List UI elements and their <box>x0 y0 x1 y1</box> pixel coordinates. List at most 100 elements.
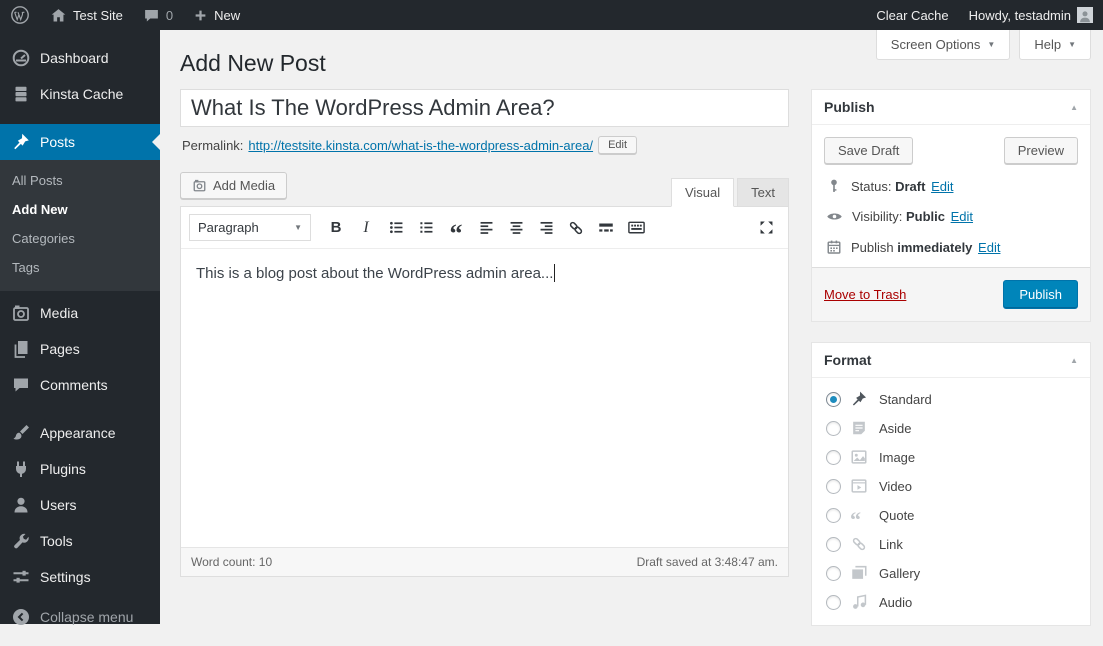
read-more-tag-button[interactable] <box>592 215 620 241</box>
tab-visual[interactable]: Visual <box>671 178 734 207</box>
help-button[interactable]: Help ▼ <box>1019 30 1091 60</box>
word-count: Word count: 10 <box>191 555 272 569</box>
tab-text[interactable]: Text <box>737 178 789 206</box>
camera-icon <box>11 303 31 323</box>
submenu-item-add-new[interactable]: Add New <box>0 195 160 224</box>
bullet-list-button[interactable] <box>382 215 410 241</box>
panel-collapse-icon[interactable]: ▲ <box>1070 103 1078 112</box>
radio-button[interactable] <box>826 566 841 581</box>
chevron-down-icon: ▼ <box>294 224 302 232</box>
radio-button[interactable] <box>826 450 841 465</box>
editor-content-area[interactable]: This is a blog post about the WordPress … <box>181 249 788 547</box>
edit-status-link[interactable]: Edit <box>931 179 953 194</box>
sidebar-item-users[interactable]: Users <box>0 487 160 523</box>
text-cursor <box>554 264 555 282</box>
sidebar-item-label: Kinsta Cache <box>40 86 123 102</box>
howdy-label: Howdy, testadmin <box>969 8 1071 23</box>
sidebar-item-kinsta-cache[interactable]: Kinsta Cache <box>0 76 160 112</box>
sidebar-item-dashboard[interactable]: Dashboard <box>0 40 160 76</box>
format-option-label: Quote <box>879 508 914 523</box>
distraction-free-button[interactable] <box>752 215 780 241</box>
site-name-menu[interactable]: Test Site <box>40 0 133 30</box>
align-center-icon <box>508 219 525 236</box>
post-title-input[interactable] <box>180 89 789 127</box>
format-option-aside[interactable]: Aside <box>826 419 1076 437</box>
eye-icon <box>826 208 843 225</box>
blockquote-button[interactable]: “ <box>442 215 470 241</box>
status-label: Status: <box>851 179 891 194</box>
collapse-menu-label: Collapse menu <box>40 609 133 625</box>
paragraph-format-select[interactable]: Paragraph ▼ <box>189 214 311 241</box>
panel-collapse-icon[interactable]: ▲ <box>1070 356 1078 365</box>
format-option-gallery[interactable]: Gallery <box>826 564 1076 582</box>
sidebar-item-plugins[interactable]: Plugins <box>0 451 160 487</box>
radio-button[interactable] <box>826 537 841 552</box>
collapse-menu-button[interactable]: Collapse menu <box>0 599 160 635</box>
menu-separator <box>0 403 160 415</box>
align-left-icon <box>478 219 495 236</box>
format-option-label: Gallery <box>879 566 920 581</box>
sidebar-item-posts[interactable]: Posts <box>0 124 160 160</box>
publish-button[interactable]: Publish <box>1003 280 1078 309</box>
aside-note-icon <box>850 419 870 437</box>
submenu-item-all-posts[interactable]: All Posts <box>0 166 160 195</box>
permalink-url-link[interactable]: http://testsite.kinsta.com/what-is-the-w… <box>248 138 593 153</box>
schedule-value: immediately <box>897 240 972 255</box>
sidebar-item-pages[interactable]: Pages <box>0 331 160 367</box>
numbered-list-icon <box>418 219 435 236</box>
editor-toolbar: Paragraph ▼ B I “ <box>181 207 788 249</box>
radio-button[interactable] <box>826 595 841 610</box>
toolbar-toggle-button[interactable] <box>622 215 650 241</box>
permalink-edit-button[interactable]: Edit <box>598 136 637 154</box>
radio-button[interactable] <box>826 421 841 436</box>
link-icon <box>850 535 870 553</box>
clear-cache-button[interactable]: Clear Cache <box>866 0 958 30</box>
my-account-menu[interactable]: Howdy, testadmin <box>959 0 1103 30</box>
edit-schedule-link[interactable]: Edit <box>978 240 1000 255</box>
edit-visibility-link[interactable]: Edit <box>951 209 973 224</box>
preview-button[interactable]: Preview <box>1004 137 1078 164</box>
radio-button[interactable] <box>826 479 841 494</box>
format-option-image[interactable]: Image <box>826 448 1076 466</box>
publish-panel-header[interactable]: Publish ▲ <box>812 90 1090 125</box>
italic-button[interactable]: I <box>352 215 380 241</box>
move-to-trash-link[interactable]: Move to Trash <box>824 287 906 302</box>
format-option-standard[interactable]: Standard <box>826 390 1076 408</box>
sidebar-item-label: Pages <box>40 341 80 357</box>
submenu-item-categories[interactable]: Categories <box>0 224 160 253</box>
schedule-label: Publish <box>851 240 894 255</box>
visibility-row: Visibility: Public Edit <box>826 208 1076 225</box>
comments-menu[interactable]: 0 <box>133 0 183 30</box>
submenu-item-tags[interactable]: Tags <box>0 253 160 282</box>
format-option-audio[interactable]: Audio <box>826 593 1076 611</box>
insert-link-button[interactable] <box>562 215 590 241</box>
format-option-label: Audio <box>879 595 912 610</box>
format-option-label: Aside <box>879 421 912 436</box>
format-option-quote[interactable]: “ Quote <box>826 506 1076 524</box>
radio-button[interactable] <box>826 392 841 407</box>
sidebar-item-media[interactable]: Media <box>0 295 160 331</box>
schedule-row: Publish immediately Edit <box>826 239 1076 255</box>
save-draft-button[interactable]: Save Draft <box>824 137 913 164</box>
sidebar-item-settings[interactable]: Settings <box>0 559 160 595</box>
sidebar-item-appearance[interactable]: Appearance <box>0 415 160 451</box>
wordpress-logo-menu[interactable] <box>0 0 40 30</box>
sidebar-item-tools[interactable]: Tools <box>0 523 160 559</box>
align-center-button[interactable] <box>502 215 530 241</box>
radio-button[interactable] <box>826 508 841 523</box>
align-right-button[interactable] <box>532 215 560 241</box>
new-label: New <box>214 8 240 23</box>
visibility-text: Visibility: Public Edit <box>852 209 973 224</box>
sidebar-item-comments[interactable]: Comments <box>0 367 160 403</box>
numbered-list-button[interactable] <box>412 215 440 241</box>
gallery-icon <box>850 564 870 582</box>
add-media-button[interactable]: Add Media <box>180 172 287 199</box>
format-option-video[interactable]: Video <box>826 477 1076 495</box>
align-left-button[interactable] <box>472 215 500 241</box>
pushpin-icon <box>11 132 31 152</box>
format-option-link[interactable]: Link <box>826 535 1076 553</box>
screen-options-button[interactable]: Screen Options ▼ <box>876 30 1011 60</box>
new-content-menu[interactable]: New <box>183 0 250 30</box>
bold-button[interactable]: B <box>322 215 350 241</box>
format-panel-header[interactable]: Format ▲ <box>812 343 1090 378</box>
